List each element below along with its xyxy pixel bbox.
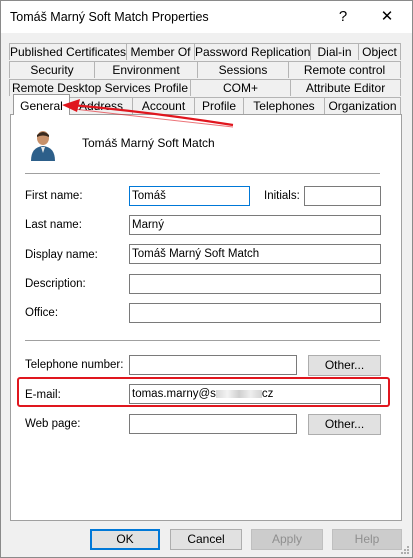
annotation-arrow-icon [62, 99, 234, 128]
